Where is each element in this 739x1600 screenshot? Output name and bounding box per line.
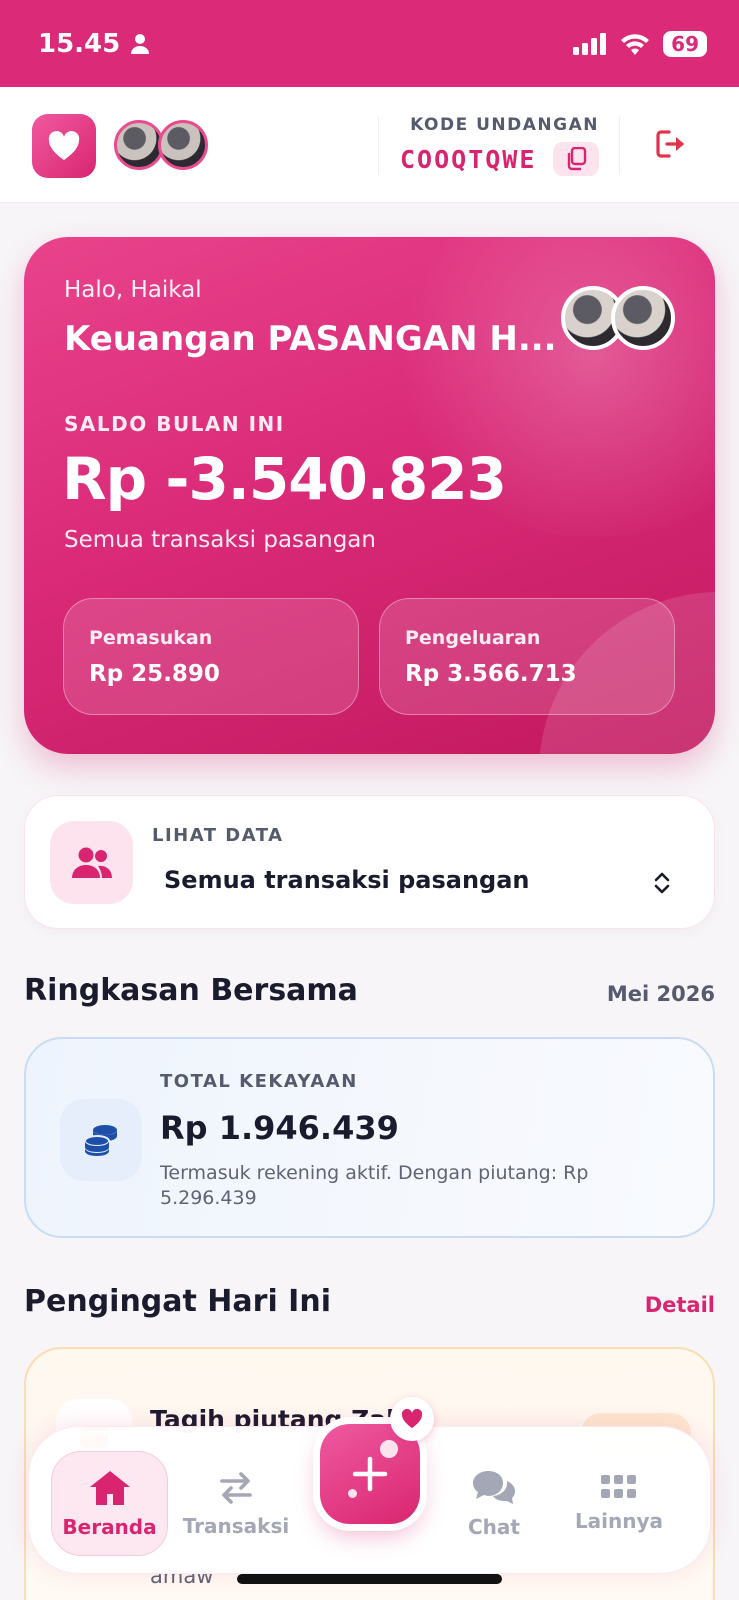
logout-icon xyxy=(656,130,684,158)
header-divider xyxy=(619,117,620,175)
person-icon xyxy=(131,33,150,54)
chat-icon xyxy=(473,1470,515,1504)
wealth-label: TOTAL KEKAYAAN xyxy=(160,1071,358,1092)
expense-box: Pengeluaran Rp 3.566.713 xyxy=(379,598,675,715)
nav-transaksi[interactable]: Transaksi xyxy=(181,1451,291,1556)
saldo-value: Rp -3.540.823 xyxy=(62,445,507,513)
income-box: Pemasukan Rp 25.890 xyxy=(63,598,359,715)
home-indicator xyxy=(237,1574,502,1584)
income-value: Rp 25.890 xyxy=(89,661,220,687)
filter-label: LIHAT DATA xyxy=(152,825,284,846)
coins-icon xyxy=(84,1125,117,1156)
sparkle-dot xyxy=(348,1489,357,1498)
data-filter-select[interactable]: LIHAT DATA Semua transaksi pasangan xyxy=(24,795,715,929)
logout-button[interactable] xyxy=(655,129,689,163)
users-icon xyxy=(71,847,112,878)
status-right: 69 xyxy=(573,30,707,57)
expense-label: Pengeluaran xyxy=(405,627,541,649)
nav-label: Transaksi xyxy=(182,1513,290,1538)
nav-label: Lainnya xyxy=(574,1508,664,1533)
plus-icon xyxy=(352,1456,388,1492)
balance-card: Halo, Haikal Keuangan PASANGAN H... SALD… xyxy=(24,237,715,754)
wifi-icon xyxy=(621,33,650,55)
filter-icon-box xyxy=(50,821,133,904)
reminders-section-title: Pengingat Hari Ini xyxy=(24,1284,331,1319)
fab-heart-badge xyxy=(390,1397,434,1441)
expense-value: Rp 3.566.713 xyxy=(405,661,577,687)
greeting: Halo, Haikal xyxy=(64,277,202,303)
user-avatar[interactable] xyxy=(158,120,208,170)
status-left: 15.45 xyxy=(38,29,150,59)
coins-icon-box xyxy=(60,1099,142,1181)
app-header: KODE UNDANGAN COOQTQWE xyxy=(0,87,739,203)
invite-code-label: KODE UNDANGAN xyxy=(410,115,599,135)
wealth-value: Rp 1.946.439 xyxy=(160,1109,399,1147)
nav-label: Chat xyxy=(468,1514,520,1539)
status-time: 15.45 xyxy=(38,28,121,59)
saldo-subtitle: Semua transaksi pasangan xyxy=(64,527,376,553)
nav-lainnya[interactable]: Lainnya xyxy=(569,1451,669,1556)
summary-period: Mei 2026 xyxy=(606,982,715,1006)
sparkle-dot xyxy=(380,1440,398,1458)
nav-label: Beranda xyxy=(62,1514,157,1539)
swap-icon xyxy=(220,1471,252,1504)
app-logo xyxy=(32,114,96,178)
saldo-label: SALDO BULAN INI xyxy=(64,412,285,436)
nav-chat[interactable]: Chat xyxy=(449,1451,539,1556)
filter-selected-value: Semua transaksi pasangan xyxy=(164,866,530,894)
nav-beranda[interactable]: Beranda xyxy=(51,1451,168,1556)
income-label: Pemasukan xyxy=(89,627,213,649)
reminders-detail-link[interactable]: Detail xyxy=(645,1293,715,1317)
heart-icon xyxy=(401,1409,423,1428)
copy-icon xyxy=(567,147,587,171)
signal-icon xyxy=(573,32,607,55)
user-avatar xyxy=(611,286,675,350)
header-divider xyxy=(378,117,379,175)
card-title: Keuangan PASANGAN H... xyxy=(64,319,557,359)
wealth-description: Termasuk rekening aktif. Dengan piutang:… xyxy=(160,1162,589,1209)
invite-code: COOQTQWE xyxy=(400,145,537,174)
total-wealth-card: TOTAL KEKAYAAN Rp 1.946.439 Termasuk rek… xyxy=(24,1037,715,1238)
copy-invite-code-button[interactable] xyxy=(553,142,599,176)
chevron-updown-icon xyxy=(654,872,670,894)
heart-icon xyxy=(48,131,80,160)
status-bar: 15.45 69 xyxy=(0,0,739,87)
grid-icon xyxy=(601,1474,636,1498)
battery-indicator: 69 xyxy=(663,30,707,57)
home-icon xyxy=(89,1470,130,1505)
partner-avatar[interactable] xyxy=(114,120,164,170)
summary-section-title: Ringkasan Bersama xyxy=(24,973,358,1008)
